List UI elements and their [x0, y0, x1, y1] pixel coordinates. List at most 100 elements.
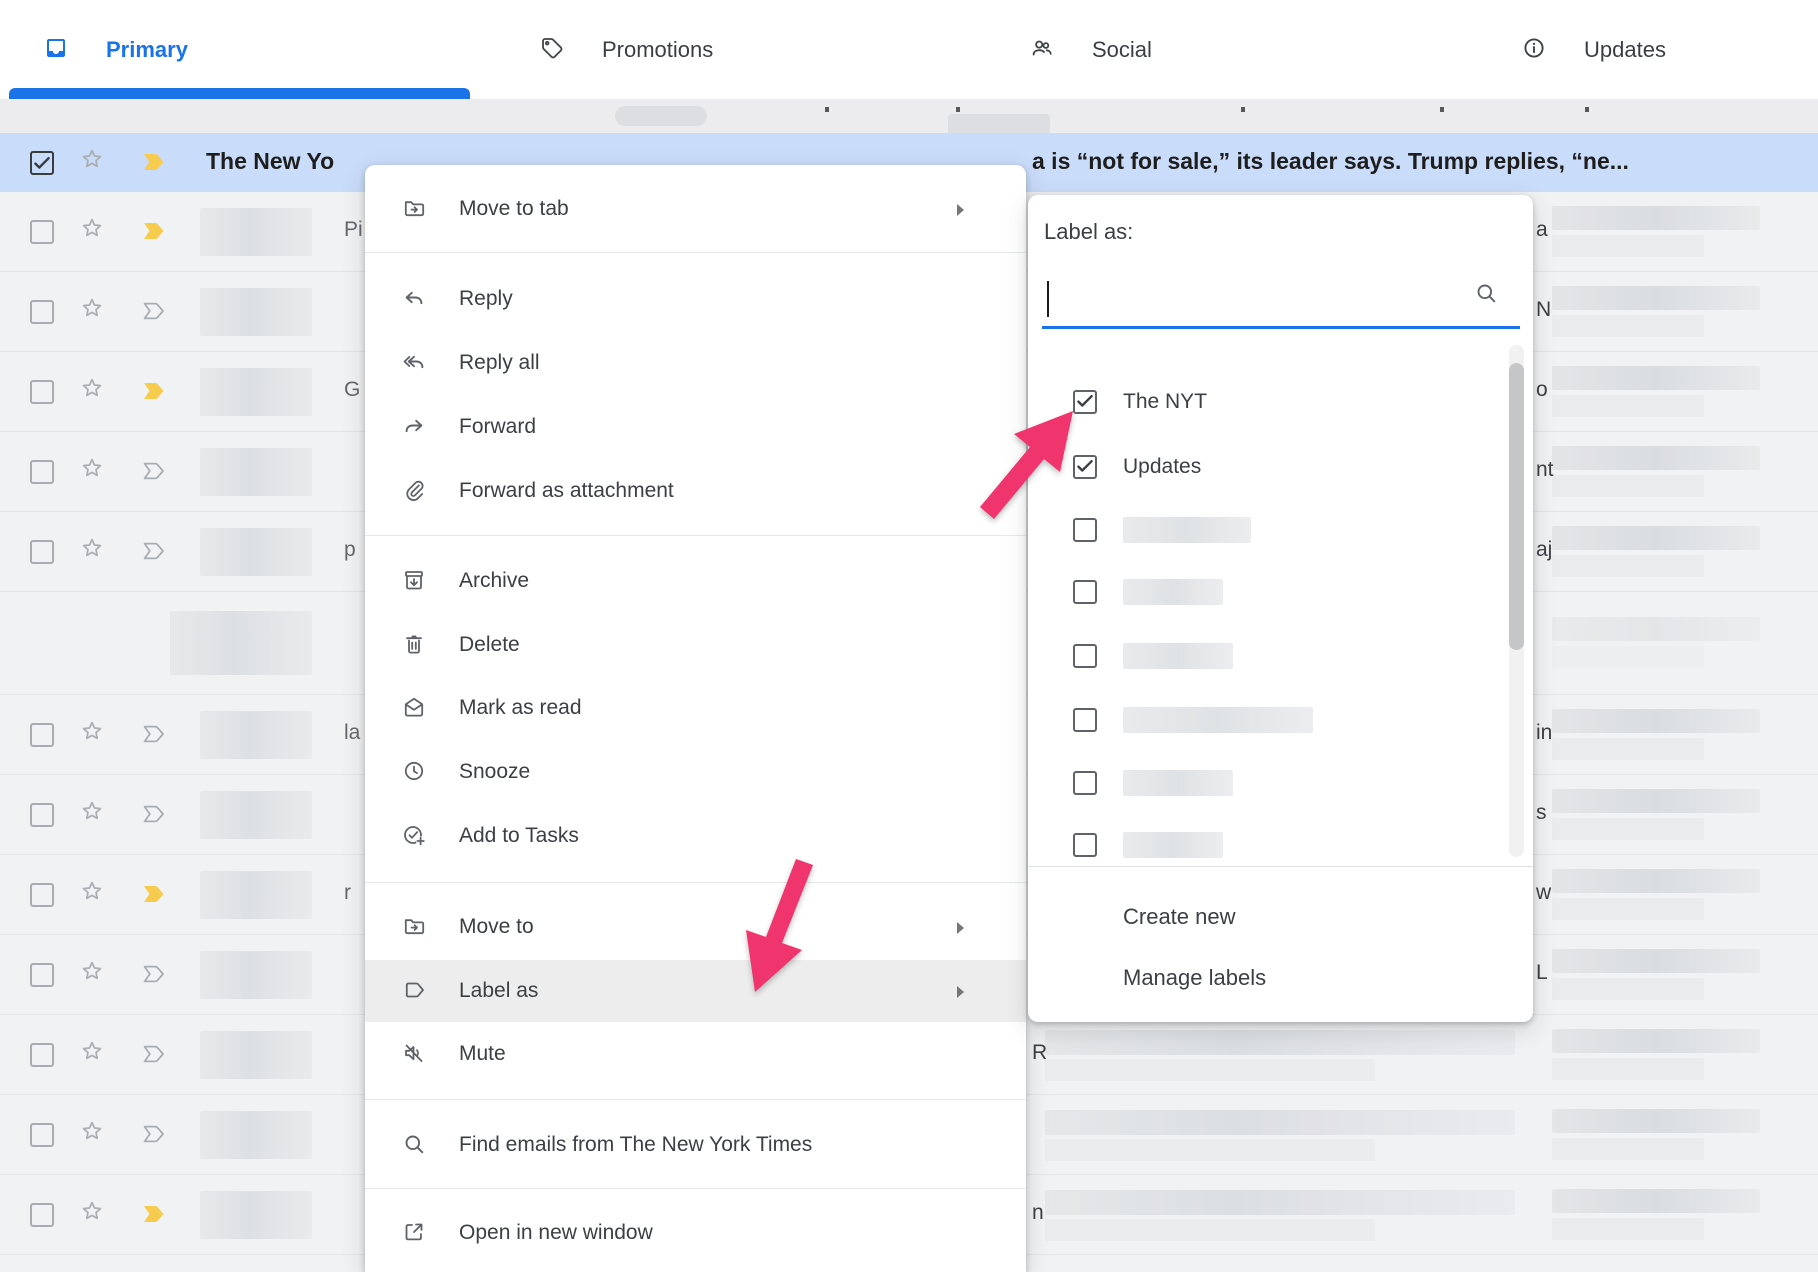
star-icon[interactable]	[80, 216, 112, 248]
importance-marker-icon[interactable]	[142, 722, 176, 748]
importance-marker-icon[interactable]	[142, 379, 176, 405]
label-option-redacted[interactable]	[1028, 510, 1498, 550]
row-checkbox[interactable]	[30, 300, 54, 324]
checkbox-unchecked[interactable]	[1073, 771, 1097, 795]
info-icon	[1522, 36, 1550, 64]
blurred-subject	[1552, 446, 1782, 498]
checkbox-unchecked[interactable]	[1073, 708, 1097, 732]
checkbox-checked[interactable]	[1073, 390, 1097, 414]
row-checkbox[interactable]	[30, 963, 54, 987]
star-icon[interactable]	[80, 1119, 112, 1151]
label-option-the-nyt[interactable]: The NYT	[1028, 382, 1498, 422]
importance-marker-icon[interactable]	[142, 882, 176, 908]
menu-item-reply[interactable]: Reply	[365, 268, 1026, 330]
star-icon[interactable]	[80, 456, 112, 488]
star-icon[interactable]	[80, 959, 112, 991]
tab-updates[interactable]: Updates	[1522, 0, 1666, 99]
volume-off-icon	[402, 1041, 429, 1068]
checkbox-unchecked[interactable]	[1073, 833, 1097, 857]
importance-marker-icon[interactable]	[142, 1122, 176, 1148]
row-checkbox[interactable]	[30, 380, 54, 404]
star-icon[interactable]	[80, 1199, 112, 1231]
star-icon[interactable]	[80, 536, 112, 568]
submenu-chevron-icon	[948, 980, 970, 1002]
star-icon[interactable]	[80, 799, 112, 831]
menu-item-move-to-tab[interactable]: Move to tab	[365, 178, 1026, 240]
star-icon[interactable]	[80, 719, 112, 751]
text-fragment: r	[344, 881, 351, 905]
label-option-updates[interactable]: Updates	[1028, 447, 1498, 487]
text-fragment: la	[344, 721, 360, 745]
tab-social[interactable]: Social	[1030, 0, 1152, 99]
blurred-label-name	[1123, 832, 1223, 858]
menu-item-mark-as-read[interactable]: Mark as read	[365, 677, 1026, 739]
menu-item-snooze[interactable]: Snooze	[365, 741, 1026, 803]
blurred-subject	[1552, 1189, 1782, 1241]
row-checkbox[interactable]	[30, 723, 54, 747]
row-checkbox[interactable]	[30, 883, 54, 907]
checkbox-checked[interactable]	[1073, 455, 1097, 479]
gmail-inbox-screen: The New Yo a is “not for sale,” its lead…	[0, 0, 1818, 1272]
row-checkbox[interactable]	[30, 1123, 54, 1147]
row-checkbox[interactable]	[30, 151, 54, 175]
importance-marker-icon[interactable]	[142, 1042, 176, 1068]
tab-primary[interactable]: Primary	[44, 0, 188, 99]
menu-item-add-to-tasks[interactable]: Add to Tasks	[365, 805, 1026, 867]
tab-promotions[interactable]: Promotions	[540, 0, 713, 99]
submenu-divider	[1028, 866, 1533, 867]
label-option-redacted[interactable]	[1028, 763, 1498, 803]
menu-item-forward-as-attachment[interactable]: Forward as attachment	[365, 460, 1026, 522]
importance-marker-icon[interactable]	[142, 150, 176, 176]
menu-item-forward[interactable]: Forward	[365, 396, 1026, 458]
menu-item-reply-all[interactable]: Reply all	[365, 332, 1026, 394]
menu-item-open-in-new-window[interactable]: Open in new window	[365, 1202, 1026, 1264]
menu-item-delete[interactable]: Delete	[365, 614, 1026, 676]
row-checkbox[interactable]	[30, 460, 54, 484]
row-checkbox[interactable]	[30, 1203, 54, 1227]
label-option-redacted[interactable]	[1028, 700, 1498, 740]
text-fragment: R	[1032, 1041, 1047, 1065]
star-icon[interactable]	[80, 296, 112, 328]
star-icon[interactable]	[80, 376, 112, 408]
tab-label: Primary	[106, 37, 188, 63]
row-checkbox[interactable]	[30, 803, 54, 827]
text-fragment: in	[1536, 721, 1552, 745]
menu-item-move-to[interactable]: Move to	[365, 896, 1026, 958]
row-checkbox[interactable]	[30, 220, 54, 244]
archive-icon	[402, 568, 429, 595]
create-new-label-button[interactable]: Create new	[1123, 902, 1236, 932]
menu-item-mute[interactable]: Mute	[365, 1023, 1026, 1085]
text-fragment: L	[1536, 961, 1548, 985]
text-fragment: G	[344, 378, 360, 402]
menu-divider	[365, 1188, 1026, 1189]
star-icon[interactable]	[80, 1039, 112, 1071]
label-option-redacted[interactable]	[1028, 825, 1498, 865]
manage-labels-button[interactable]: Manage labels	[1123, 963, 1266, 993]
scrollbar-thumb[interactable]	[1509, 363, 1524, 650]
menu-item-find-emails[interactable]: Find emails from The New York Times	[365, 1114, 1026, 1176]
star-icon[interactable]	[80, 147, 112, 179]
label-option-redacted[interactable]	[1028, 572, 1498, 612]
row-checkbox[interactable]	[30, 1043, 54, 1067]
blurred-subject	[1552, 709, 1782, 761]
checkbox-unchecked[interactable]	[1073, 518, 1097, 542]
email-subject: a is “not for sale,” its leader says. Tr…	[1032, 148, 1792, 175]
importance-marker-icon[interactable]	[142, 962, 176, 988]
importance-marker-icon[interactable]	[142, 299, 176, 325]
importance-marker-icon[interactable]	[142, 219, 176, 245]
menu-item-label-as[interactable]: Label as	[365, 960, 1026, 1022]
label-search-input[interactable]	[1044, 277, 1468, 323]
label-option-redacted[interactable]	[1028, 636, 1498, 676]
importance-marker-icon[interactable]	[142, 802, 176, 828]
blurred-subject	[1552, 617, 1782, 669]
blurred-sender	[200, 368, 312, 416]
importance-marker-icon[interactable]	[142, 459, 176, 485]
importance-marker-icon[interactable]	[142, 1202, 176, 1228]
star-icon[interactable]	[80, 879, 112, 911]
checkbox-unchecked[interactable]	[1073, 580, 1097, 604]
tag-icon	[540, 36, 568, 64]
menu-item-archive[interactable]: Archive	[365, 550, 1026, 612]
checkbox-unchecked[interactable]	[1073, 644, 1097, 668]
row-checkbox[interactable]	[30, 540, 54, 564]
importance-marker-icon[interactable]	[142, 539, 176, 565]
